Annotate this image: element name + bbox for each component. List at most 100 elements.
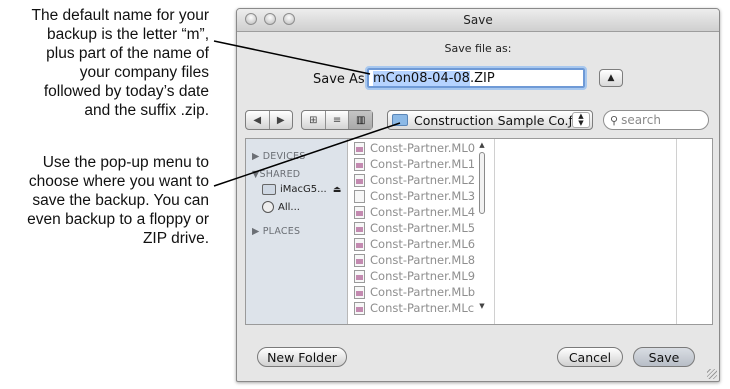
sidebar-heading-places: PLACES bbox=[262, 226, 301, 237]
eject-icon[interactable]: ⏏ bbox=[333, 185, 342, 195]
sidebar-item-imac[interactable]: iMacG5... ⏏ bbox=[262, 184, 341, 195]
browser-toolbar: ◀ ▶ ⊞ ≡ ▥ Construction Sample Co.ƒ ▲ ▼ ⚲ … bbox=[237, 107, 719, 135]
file-list-item[interactable]: Const-Partner.ML6 bbox=[354, 237, 475, 251]
document-icon bbox=[354, 205, 365, 219]
file-list-item[interactable]: Const-Partner.ML3 bbox=[354, 189, 475, 203]
new-folder-button[interactable]: New Folder bbox=[257, 347, 347, 367]
callout-line: plus part of the name of bbox=[46, 45, 209, 62]
search-icon: ⚲ bbox=[610, 113, 619, 127]
file-name: Const-Partner.MLc bbox=[370, 301, 475, 315]
scroll-up-icon[interactable]: ▲ bbox=[476, 141, 488, 149]
column-view-button[interactable]: ▥ bbox=[348, 111, 373, 129]
sidebar-section-places[interactable]: ▶ PLACES bbox=[252, 226, 300, 237]
file-name: Const-Partner.ML6 bbox=[370, 237, 476, 251]
sidebar-item-label: All... bbox=[278, 201, 300, 213]
sidebar: ▶ DEVICES ▼SHARED iMacG5... ⏏ All... ▶ P… bbox=[246, 139, 348, 324]
up-down-arrows-icon: ▲ ▼ bbox=[572, 112, 590, 128]
blank-file-icon bbox=[354, 189, 365, 203]
sidebar-heading-shared: SHARED bbox=[259, 169, 301, 180]
sidebar-section-devices[interactable]: ▶ DEVICES bbox=[252, 151, 305, 162]
document-icon bbox=[354, 285, 365, 299]
list-icon: ≡ bbox=[332, 114, 342, 126]
callout-popup-menu: Use the pop-up menu to choose where you … bbox=[4, 153, 209, 248]
forward-arrow-icon: ▶ bbox=[276, 114, 285, 126]
computer-icon bbox=[262, 184, 276, 195]
view-mode-control: ⊞ ≡ ▥ bbox=[301, 110, 373, 130]
file-name: Const-Partner.ML4 bbox=[370, 205, 476, 219]
sidebar-section-shared[interactable]: ▼SHARED bbox=[252, 169, 300, 180]
file-name: Const-Partner.ML0 bbox=[370, 141, 476, 155]
icon-view-button[interactable]: ⊞ bbox=[302, 111, 325, 129]
save-as-label: Save As: bbox=[313, 72, 370, 87]
callout-line: Use the pop-up menu to bbox=[42, 154, 209, 171]
cancel-button[interactable]: Cancel bbox=[557, 347, 623, 367]
file-list-item[interactable]: Const-Partner.ML8 bbox=[354, 253, 475, 267]
file-name: Const-Partner.ML5 bbox=[370, 221, 476, 235]
sidebar-heading-devices: DEVICES bbox=[262, 151, 306, 162]
document-icon bbox=[354, 157, 365, 171]
location-label: Construction Sample Co.ƒ bbox=[414, 112, 572, 128]
file-list-item[interactable]: Const-Partner.ML5 bbox=[354, 221, 475, 235]
file-list-item[interactable]: Const-Partner.MLc bbox=[354, 301, 474, 315]
save-button[interactable]: Save bbox=[633, 347, 695, 367]
file-browser: ▶ DEVICES ▼SHARED iMacG5... ⏏ All... ▶ P… bbox=[245, 138, 713, 325]
list-view-button[interactable]: ≡ bbox=[324, 111, 349, 129]
sidebar-item-label: iMacG5... bbox=[280, 184, 327, 195]
column-divider[interactable] bbox=[676, 139, 677, 324]
document-icon bbox=[354, 221, 365, 235]
callout-line: even backup to a floppy or bbox=[27, 211, 209, 228]
callout-line: followed by today’s date bbox=[43, 83, 209, 100]
columns-icon: ▥ bbox=[355, 114, 366, 126]
callout-line: choose where you want to bbox=[28, 173, 209, 190]
scroll-down-icon[interactable]: ▼ bbox=[476, 302, 488, 310]
forward-button[interactable]: ▶ bbox=[268, 111, 293, 129]
callout-line: ZIP drive. bbox=[142, 230, 209, 247]
file-list-item[interactable]: Const-Partner.ML1 bbox=[354, 157, 475, 171]
resize-grip[interactable] bbox=[707, 369, 717, 379]
window-title: Save bbox=[463, 13, 493, 27]
document-icon bbox=[354, 253, 365, 267]
file-name: Const-Partner.ML1 bbox=[370, 157, 476, 171]
document-icon bbox=[354, 173, 365, 187]
file-list-item[interactable]: Const-Partner.MLb bbox=[354, 285, 475, 299]
file-name: Const-Partner.ML9 bbox=[370, 269, 476, 283]
document-icon bbox=[354, 141, 365, 155]
folder-icon bbox=[392, 114, 408, 126]
file-column: Const-Partner.ML0 Const-Partner.ML1 Cons… bbox=[348, 139, 493, 324]
save-as-filename-field[interactable]: mCon08-04-08.ZIP bbox=[365, 66, 587, 90]
save-dialog: Save Save file as: Save As: mCon08-04-08… bbox=[236, 8, 720, 382]
file-list-item[interactable]: Const-Partner.ML9 bbox=[354, 269, 475, 283]
icon-grid-icon: ⊞ bbox=[309, 114, 318, 126]
callout-line: The default name for your bbox=[31, 7, 210, 24]
callout-line: your company files bbox=[79, 64, 209, 81]
file-list-item[interactable]: Const-Partner.ML2 bbox=[354, 173, 475, 187]
location-popup-menu[interactable]: Construction Sample Co.ƒ ▲ ▼ bbox=[387, 110, 593, 130]
title-bar[interactable]: Save bbox=[237, 9, 719, 32]
callout-line: save the backup. You can bbox=[32, 192, 209, 209]
search-placeholder: search bbox=[621, 113, 661, 127]
document-icon bbox=[354, 269, 365, 283]
search-field[interactable]: ⚲ search bbox=[603, 110, 709, 130]
callout-line: backup is the letter “m”, bbox=[47, 26, 209, 43]
file-list-scrollbar[interactable]: ▲ ▼ bbox=[476, 141, 488, 321]
filename-selected-text: mCon08-04-08 bbox=[373, 71, 470, 86]
triangle-up-icon: ▲ bbox=[607, 73, 615, 83]
callout-default-name: The default name for your backup is the … bbox=[4, 6, 210, 120]
document-icon bbox=[354, 237, 365, 251]
save-file-as-label: Save file as: bbox=[444, 42, 512, 55]
collapse-dialog-button[interactable]: ▲ bbox=[599, 69, 623, 87]
back-arrow-icon: ◀ bbox=[253, 114, 262, 126]
file-name: Const-Partner.ML2 bbox=[370, 173, 476, 187]
filename-extension: .ZIP bbox=[469, 71, 495, 86]
network-icon bbox=[262, 201, 274, 213]
scrollbar-thumb[interactable] bbox=[479, 152, 485, 214]
document-icon bbox=[354, 301, 365, 315]
back-forward-control: ◀ ▶ bbox=[245, 110, 293, 130]
file-list-item[interactable]: Const-Partner.ML4 bbox=[354, 205, 475, 219]
column-divider[interactable] bbox=[494, 139, 495, 324]
back-button[interactable]: ◀ bbox=[246, 111, 269, 129]
sidebar-item-all[interactable]: All... bbox=[262, 201, 300, 213]
file-name: Const-Partner.MLb bbox=[370, 285, 476, 299]
file-list-item[interactable]: Const-Partner.ML0 bbox=[354, 141, 475, 155]
file-name: Const-Partner.ML8 bbox=[370, 253, 476, 267]
